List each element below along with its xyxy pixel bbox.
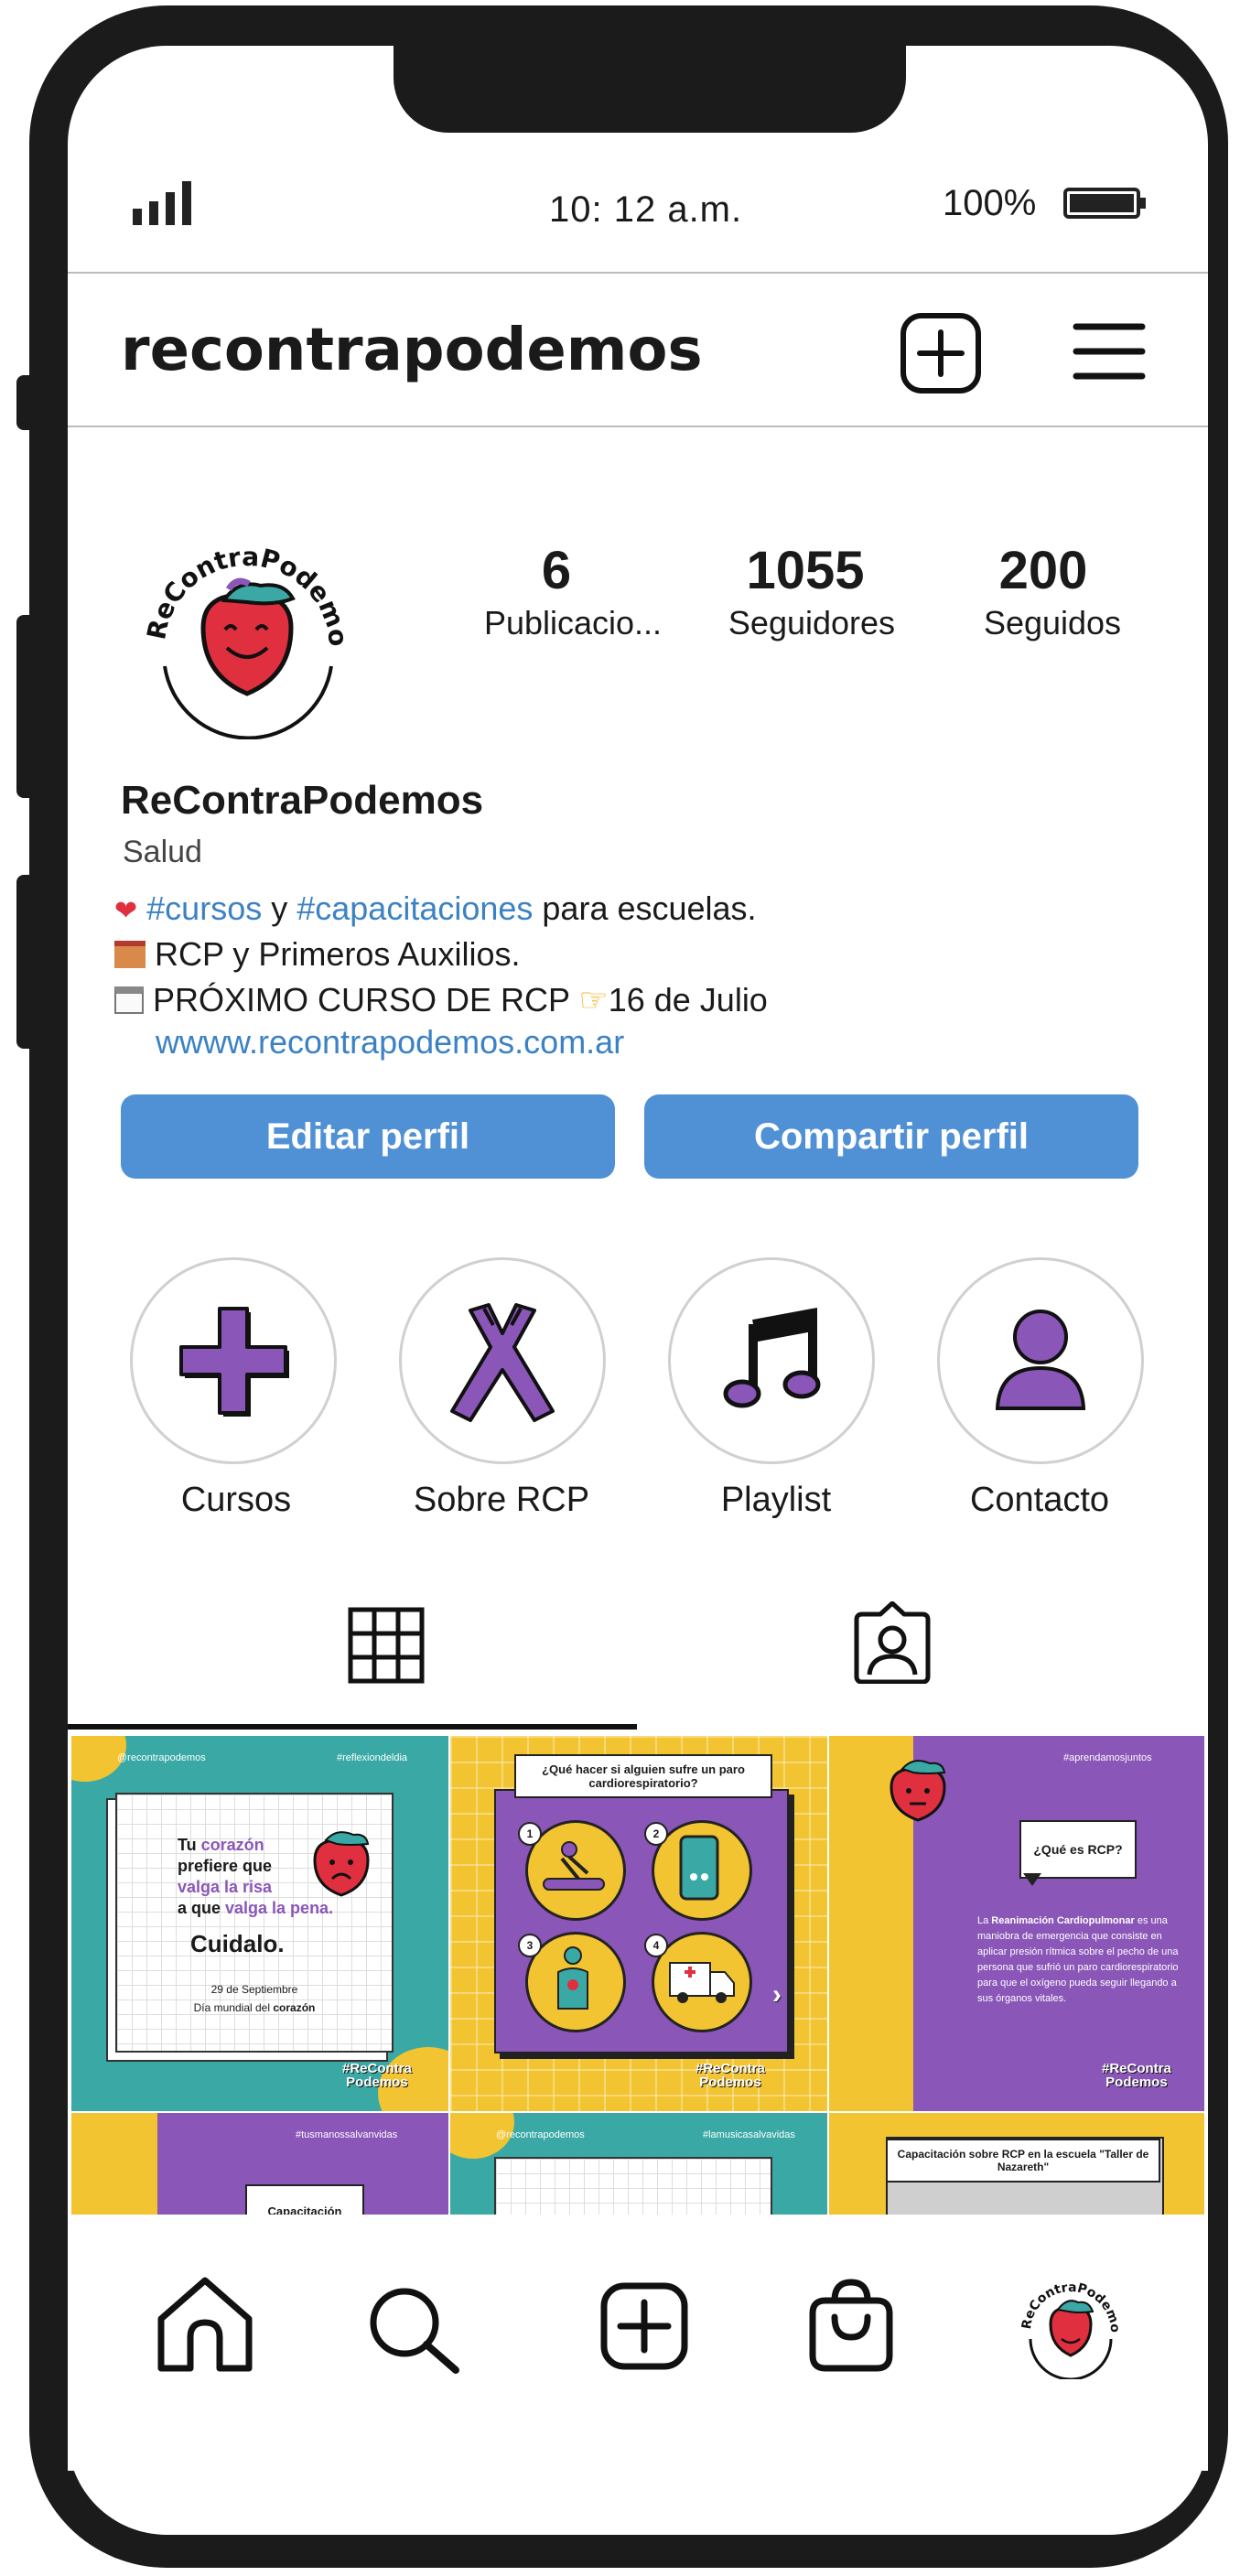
menu-icon[interactable] <box>1073 319 1146 383</box>
hashtag-cursos[interactable]: #cursos <box>146 889 262 927</box>
post-4[interactable]: #tusmanossalvanvidas Capacitación <box>71 2113 448 2218</box>
highlight-sobre-rcp[interactable] <box>399 1257 606 1464</box>
create-post-icon[interactable] <box>600 2282 688 2370</box>
notch <box>394 37 906 133</box>
battery-percentage: 100% <box>943 183 1037 223</box>
person-chest-icon <box>557 1946 588 2010</box>
heart-mascot-neutral <box>890 1760 946 1822</box>
search-icon[interactable] <box>366 2284 461 2376</box>
post-3[interactable]: #aprendamosjuntos ¿Qué es RCP? La Reanim… <box>829 1736 1204 2111</box>
post-handle: @recontrapodemos <box>117 1752 206 1763</box>
status-divider <box>68 272 1208 274</box>
phone-icon <box>679 1835 719 1901</box>
header-divider <box>68 426 1208 427</box>
step-number: 2 <box>644 1822 668 1846</box>
post-2[interactable]: ¿Qué hacer si alguien sufre un paro card… <box>450 1736 827 2111</box>
heart-mascot-sad <box>313 1831 370 1897</box>
highlight-cursos[interactable] <box>130 1257 337 1464</box>
pointing-hand-icon: ☞ <box>578 981 609 1019</box>
highlight-label-playlist: Playlist <box>720 1481 832 1519</box>
post-6[interactable]: Capacitación sobre RCP en la escuela "Ta… <box>829 2113 1204 2218</box>
post-tag: #tusmanossalvanvidas <box>296 2129 398 2140</box>
post-body: La Reanimación Cardiopulmonar es una man… <box>977 1915 1179 2004</box>
bubble-tail <box>1023 1873 1041 1886</box>
post-tag: #reflexiondeldia <box>337 1752 408 1763</box>
post-card: Tu corazón prefiere que valga la risa a … <box>115 1793 394 2053</box>
post-tag: #lamusicasalvavidas <box>703 2129 795 2140</box>
post-title: Capacitación sobre RCP en la escuela "Ta… <box>886 2139 1160 2183</box>
new-post-icon[interactable] <box>900 312 982 394</box>
volume-down-button <box>16 875 44 1049</box>
hands-icon <box>450 1303 555 1422</box>
grid-icon[interactable] <box>348 1607 425 1684</box>
step-number: 4 <box>644 1934 668 1957</box>
followers-label[interactable]: Seguidores <box>693 604 931 642</box>
post-cta: Cuidalo. <box>190 1930 285 1957</box>
followers-count: 1055 <box>746 541 865 600</box>
post-handle: @recontrapodemos <box>496 2129 585 2140</box>
post-label: Capacitación <box>245 2184 364 2218</box>
post-1[interactable]: @recontrapodemos #reflexiondeldia Tu cor… <box>71 1736 448 2111</box>
active-tab-indicator <box>68 1724 637 1730</box>
step-number: 1 <box>518 1822 542 1846</box>
highlight-contacto[interactable] <box>937 1257 1144 1464</box>
post-tag: #aprendamosjuntos <box>1063 1752 1152 1763</box>
posts-label[interactable]: Publicacio... <box>454 604 692 642</box>
shop-icon[interactable] <box>807 2277 895 2374</box>
tagged-icon[interactable] <box>853 1601 932 1684</box>
post-card <box>494 2157 772 2218</box>
post-bubble: ¿Qué es RCP? <box>1019 1820 1137 1879</box>
profile-category: Salud <box>123 835 202 869</box>
carousel-arrow-icon: › <box>772 1979 782 2010</box>
profile-username: recontrapodemos <box>121 317 703 384</box>
share-profile-button[interactable]: Compartir perfil <box>644 1094 1138 1179</box>
signal-icon <box>133 181 191 225</box>
profile-nav-avatar[interactable]: #ReContraPodemos <box>1018 2273 1124 2379</box>
post-day: Día mundial del corazón <box>193 2001 316 2014</box>
calendar-icon <box>114 986 144 1014</box>
post-logo: #ReContra Podemos <box>695 2061 765 2090</box>
mute-switch <box>16 375 44 430</box>
posts-count: 6 <box>541 541 572 600</box>
highlight-label-sobre-rcp: Sobre RCP <box>413 1481 590 1519</box>
following-count: 200 <box>998 541 1088 600</box>
post-date: 29 de Septiembre <box>210 1983 298 1996</box>
bio-line-2: RCP y Primeros Auxilios. <box>114 935 520 974</box>
music-note-icon <box>723 1307 821 1408</box>
following-label[interactable]: Seguidos <box>933 604 1171 642</box>
post-logo: #ReContra Podemos <box>342 2061 412 2090</box>
volume-up-button <box>16 615 44 798</box>
person-icon <box>995 1310 1086 1410</box>
home-icon[interactable] <box>156 2275 254 2374</box>
profile-avatar[interactable]: #ReContraPodemos <box>137 529 357 739</box>
ambulance-icon <box>669 1962 735 2003</box>
bio-line-3: PRÓXIMO CURSO DE RCP ☞16 de Julio <box>114 981 768 1019</box>
bio-link[interactable]: wwww.recontrapodemos.com.ar <box>156 1023 624 1062</box>
edit-profile-button[interactable]: Editar perfil <box>121 1094 615 1179</box>
post-title: ¿Qué hacer si alguien sufre un paro card… <box>514 1754 772 1798</box>
post-logo: #ReContra Podemos <box>1102 2061 1171 2090</box>
hashtag-capacitaciones[interactable]: #capacitaciones <box>297 889 533 927</box>
battery-icon <box>1063 188 1146 219</box>
status-time: 10: 12 a.m. <box>549 189 743 230</box>
highlight-playlist[interactable] <box>668 1257 875 1464</box>
bio-line-1: ❤ #cursos y #capacitaciones para escuela… <box>114 889 757 927</box>
school-icon <box>114 941 146 968</box>
cpr-icon <box>543 1841 605 1891</box>
heart-icon: ❤ <box>114 896 138 926</box>
profile-display-name: ReContraPodemos <box>121 778 484 823</box>
highlight-label-contacto: Contacto <box>969 1481 1110 1519</box>
step-number: 3 <box>518 1934 542 1957</box>
post-5[interactable]: @recontrapodemos #lamusicasalvavidas <box>450 2113 827 2218</box>
plus-icon <box>179 1307 289 1417</box>
highlight-label-cursos: Cursos <box>180 1481 292 1519</box>
